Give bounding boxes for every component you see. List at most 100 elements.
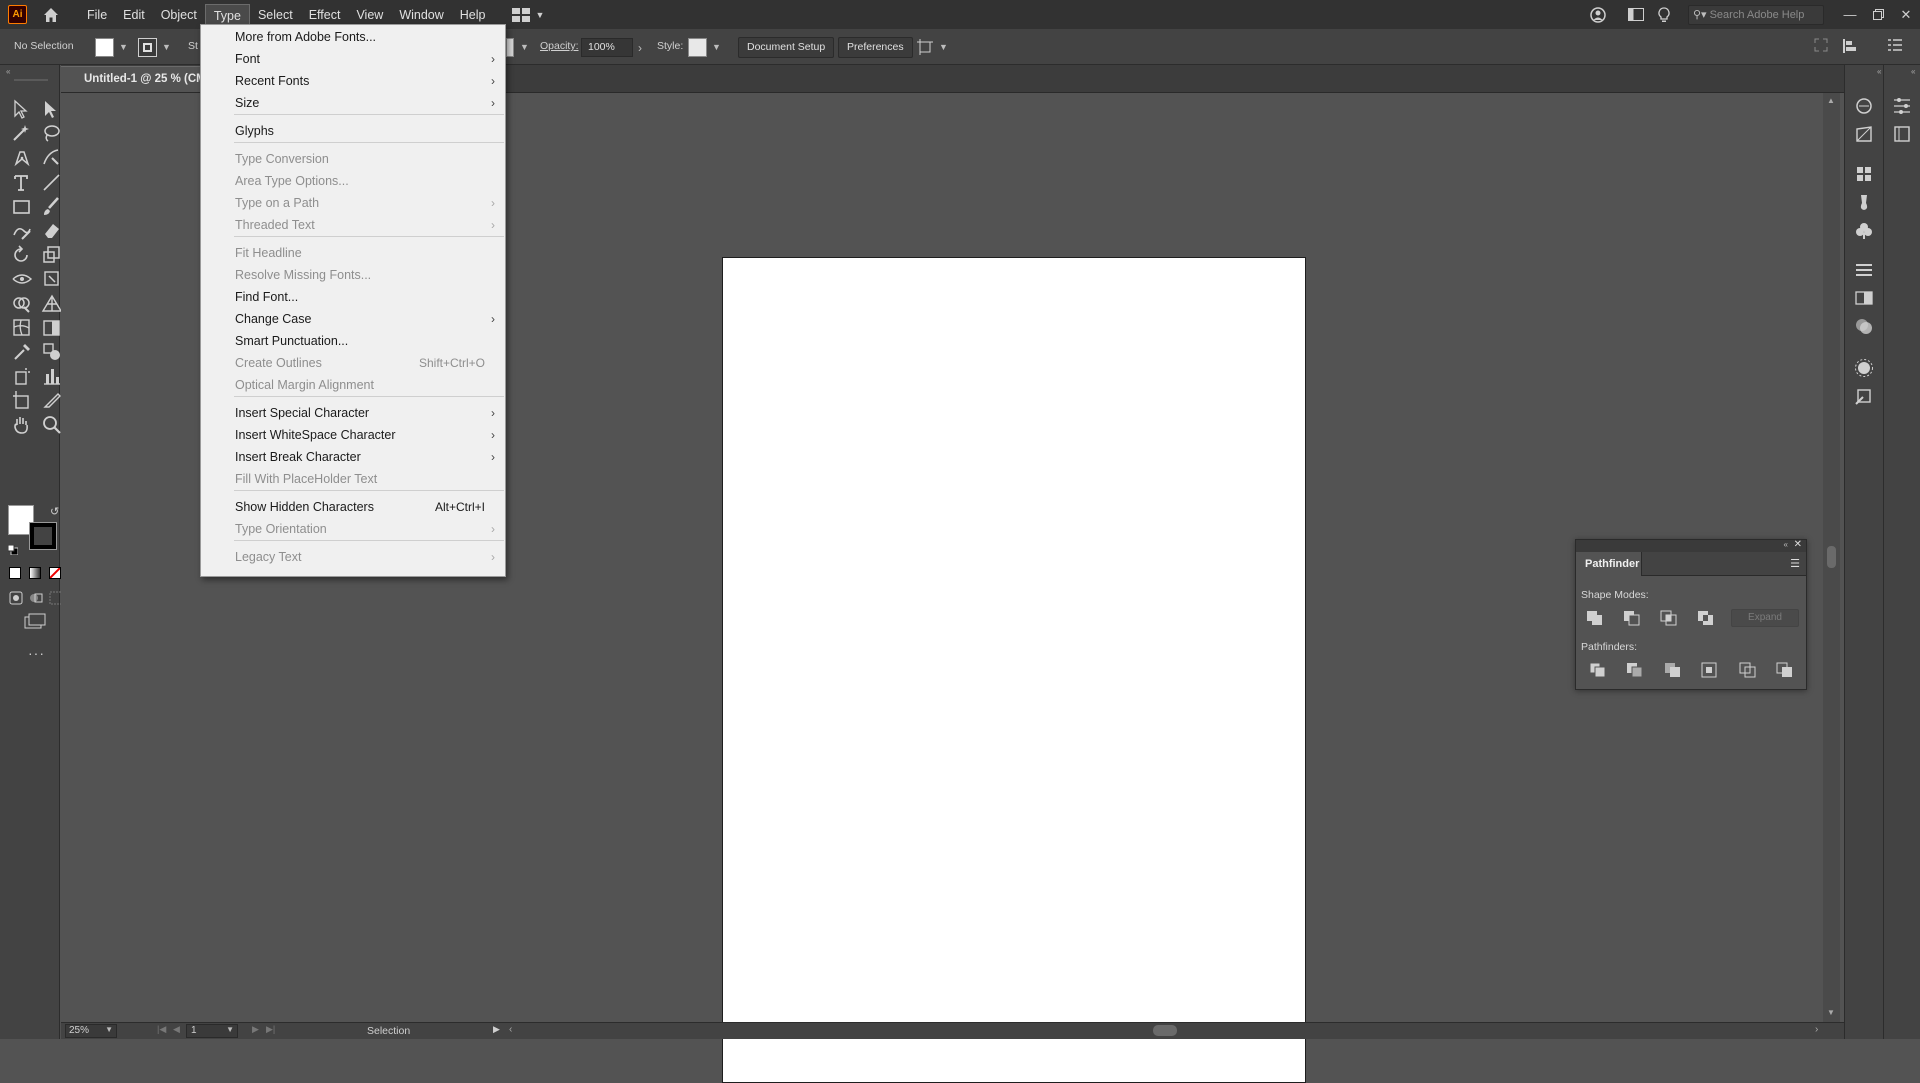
menu-view[interactable]: View <box>348 4 391 26</box>
menu-item-optical-margin-alignment[interactable]: Optical Margin Alignment <box>201 374 505 396</box>
horizontal-scroll-thumb[interactable] <box>1153 1025 1177 1036</box>
menu-item-recent-fonts[interactable]: Recent Fonts › <box>201 70 505 92</box>
default-colors-icon[interactable] <box>7 544 19 556</box>
swatches-icon[interactable] <box>1853 163 1875 185</box>
menu-item-glyphs[interactable]: Glyphs <box>201 120 505 142</box>
fill-dropdown-icon[interactable]: ▼ <box>119 42 128 52</box>
transform-dropdown-icon[interactable]: ▼ <box>939 42 948 52</box>
outline-icon[interactable] <box>1738 662 1756 678</box>
transform-options-icon[interactable] <box>917 39 935 58</box>
color-mode-icon[interactable] <box>9 567 21 579</box>
menu-item-threaded-text[interactable]: Threaded Text › <box>201 214 505 236</box>
menu-effect[interactable]: Effect <box>301 4 349 26</box>
cloud-user-icon[interactable] <box>1584 0 1612 29</box>
scroll-left-icon[interactable]: ‹ <box>509 1024 512 1035</box>
menu-file[interactable]: File <box>79 4 115 26</box>
brushes-icon[interactable] <box>1853 191 1875 213</box>
libraries-icon[interactable] <box>1853 95 1875 117</box>
toolbar-grip[interactable] <box>14 79 48 81</box>
menu-item-resolve-missing-fonts[interactable]: Resolve Missing Fonts... <box>201 264 505 286</box>
vertical-scrollbar[interactable]: ▲ ▼ <box>1823 93 1840 1022</box>
type-tool-icon[interactable] <box>10 171 32 193</box>
direct-selection-tool-icon[interactable] <box>40 98 62 120</box>
slice-tool-icon[interactable] <box>40 388 62 410</box>
opacity-label[interactable]: Opacity: <box>540 40 579 52</box>
stroke-dropdown-icon[interactable]: ▼ <box>162 42 171 52</box>
curvature-tool-icon[interactable] <box>40 146 62 168</box>
close-button[interactable]: ✕ <box>1892 0 1920 29</box>
opacity-expand-icon[interactable]: › <box>638 41 642 55</box>
menu-item-find-font[interactable]: Find Font... <box>201 286 505 308</box>
menu-item-type-on-a-path[interactable]: Type on a Path › <box>201 192 505 214</box>
vertical-scroll-thumb[interactable] <box>1827 546 1836 568</box>
draw-normal-icon[interactable] <box>9 591 23 608</box>
zoom-field[interactable]: 25% ▼ <box>65 1024 117 1038</box>
menu-item-more-from-adobe-fonts[interactable]: More from Adobe Fonts... <box>201 26 505 48</box>
draw-behind-icon[interactable] <box>29 591 43 608</box>
gradient-mode-icon[interactable] <box>29 567 41 579</box>
paintbrush-tool-icon[interactable] <box>40 195 62 217</box>
gradient-tool-icon[interactable] <box>40 316 62 338</box>
menu-edit[interactable]: Edit <box>115 4 153 26</box>
artboard-tool-icon[interactable] <box>10 388 32 410</box>
free-transform-tool-icon[interactable] <box>40 267 62 289</box>
symbol-sprayer-tool-icon[interactable] <box>10 364 32 386</box>
menu-item-type-orientation[interactable]: Type Orientation › <box>201 518 505 540</box>
divide-icon[interactable] <box>1588 662 1606 678</box>
menu-item-insert-whitespace-character[interactable]: Insert WhiteSpace Character › <box>201 424 505 446</box>
fill-swatch[interactable] <box>95 38 114 57</box>
edit-toolbar-icon[interactable]: ··· <box>28 645 45 661</box>
brush-swatch[interactable] <box>506 38 514 57</box>
last-artboard-icon[interactable]: ▶| <box>266 1024 275 1035</box>
preferences-button[interactable]: Preferences <box>838 37 913 58</box>
appearance-icon[interactable] <box>1853 357 1875 379</box>
document-setup-button[interactable]: Document Setup <box>738 37 835 58</box>
menu-item-area-type-options[interactable]: Area Type Options... <box>201 170 505 192</box>
menu-item-change-case[interactable]: Change Case › <box>201 308 505 330</box>
shape-builder-tool-icon[interactable] <box>10 292 32 314</box>
eraser-tool-icon[interactable] <box>40 219 62 241</box>
scroll-right-icon[interactable]: › <box>1815 1024 1818 1035</box>
menu-window[interactable]: Window <box>391 4 451 26</box>
panel-menu-icon[interactable] <box>1888 39 1902 54</box>
opacity-input[interactable]: 100% <box>581 38 633 57</box>
learn-icon[interactable] <box>1853 123 1875 145</box>
expand-dock-2-icon[interactable]: « <box>1911 67 1915 76</box>
column-graph-tool-icon[interactable] <box>40 364 62 386</box>
menu-item-legacy-text[interactable]: Legacy Text › <box>201 546 505 568</box>
zoom-tool-icon[interactable] <box>40 413 62 435</box>
collapse-toolbar-icon[interactable]: « <box>6 67 10 76</box>
expand-dock-icon[interactable]: « <box>1877 67 1881 76</box>
collapse-panel-icon[interactable]: « <box>1784 540 1788 549</box>
scale-tool-icon[interactable] <box>40 243 62 265</box>
layers-icon[interactable] <box>1891 123 1913 145</box>
home-icon[interactable] <box>41 5 61 25</box>
graphic-style-swatch[interactable] <box>688 38 707 57</box>
scroll-down-icon[interactable]: ▼ <box>1827 1008 1835 1017</box>
merge-icon[interactable] <box>1663 662 1681 678</box>
menu-item-size[interactable]: Size › <box>201 92 505 114</box>
align-icon[interactable] <box>1843 39 1857 56</box>
panel-menu-icon[interactable]: ☰ <box>1790 557 1800 570</box>
brush-dropdown-icon[interactable]: ▼ <box>520 42 529 52</box>
menu-item-type-conversion[interactable]: Type Conversion <box>201 148 505 170</box>
style-dropdown-icon[interactable]: ▼ <box>712 42 721 52</box>
menu-item-show-hidden-characters[interactable]: Show Hidden Characters Alt+Ctrl+I <box>201 496 505 518</box>
properties-icon[interactable] <box>1891 95 1913 117</box>
crop-icon[interactable] <box>1701 662 1719 678</box>
status-menu-icon[interactable]: ▶ <box>493 1024 500 1035</box>
artboard-dropdown-icon[interactable]: ▼ <box>226 1025 234 1034</box>
minimize-button[interactable]: — <box>1836 0 1864 29</box>
status-tool-name[interactable]: Selection <box>367 1025 410 1037</box>
arrange-documents-icon[interactable] <box>1622 0 1650 29</box>
lasso-tool-icon[interactable] <box>40 122 62 144</box>
symbols-icon[interactable] <box>1853 219 1875 241</box>
menu-object[interactable]: Object <box>153 4 205 26</box>
transparency-icon[interactable] <box>1853 315 1875 337</box>
tab-pathfinder[interactable]: Pathfinder <box>1576 552 1642 576</box>
menu-item-smart-punctuation[interactable]: Smart Punctuation... <box>201 330 505 352</box>
menu-item-insert-break-character[interactable]: Insert Break Character › <box>201 446 505 468</box>
search-input[interactable]: ⚲▾ Search Adobe Help <box>1688 4 1824 25</box>
menu-item-font[interactable]: Font › <box>201 48 505 70</box>
document-tab[interactable]: Untitled-1 @ 25 % (CMYK/Preview) <box>61 66 201 92</box>
